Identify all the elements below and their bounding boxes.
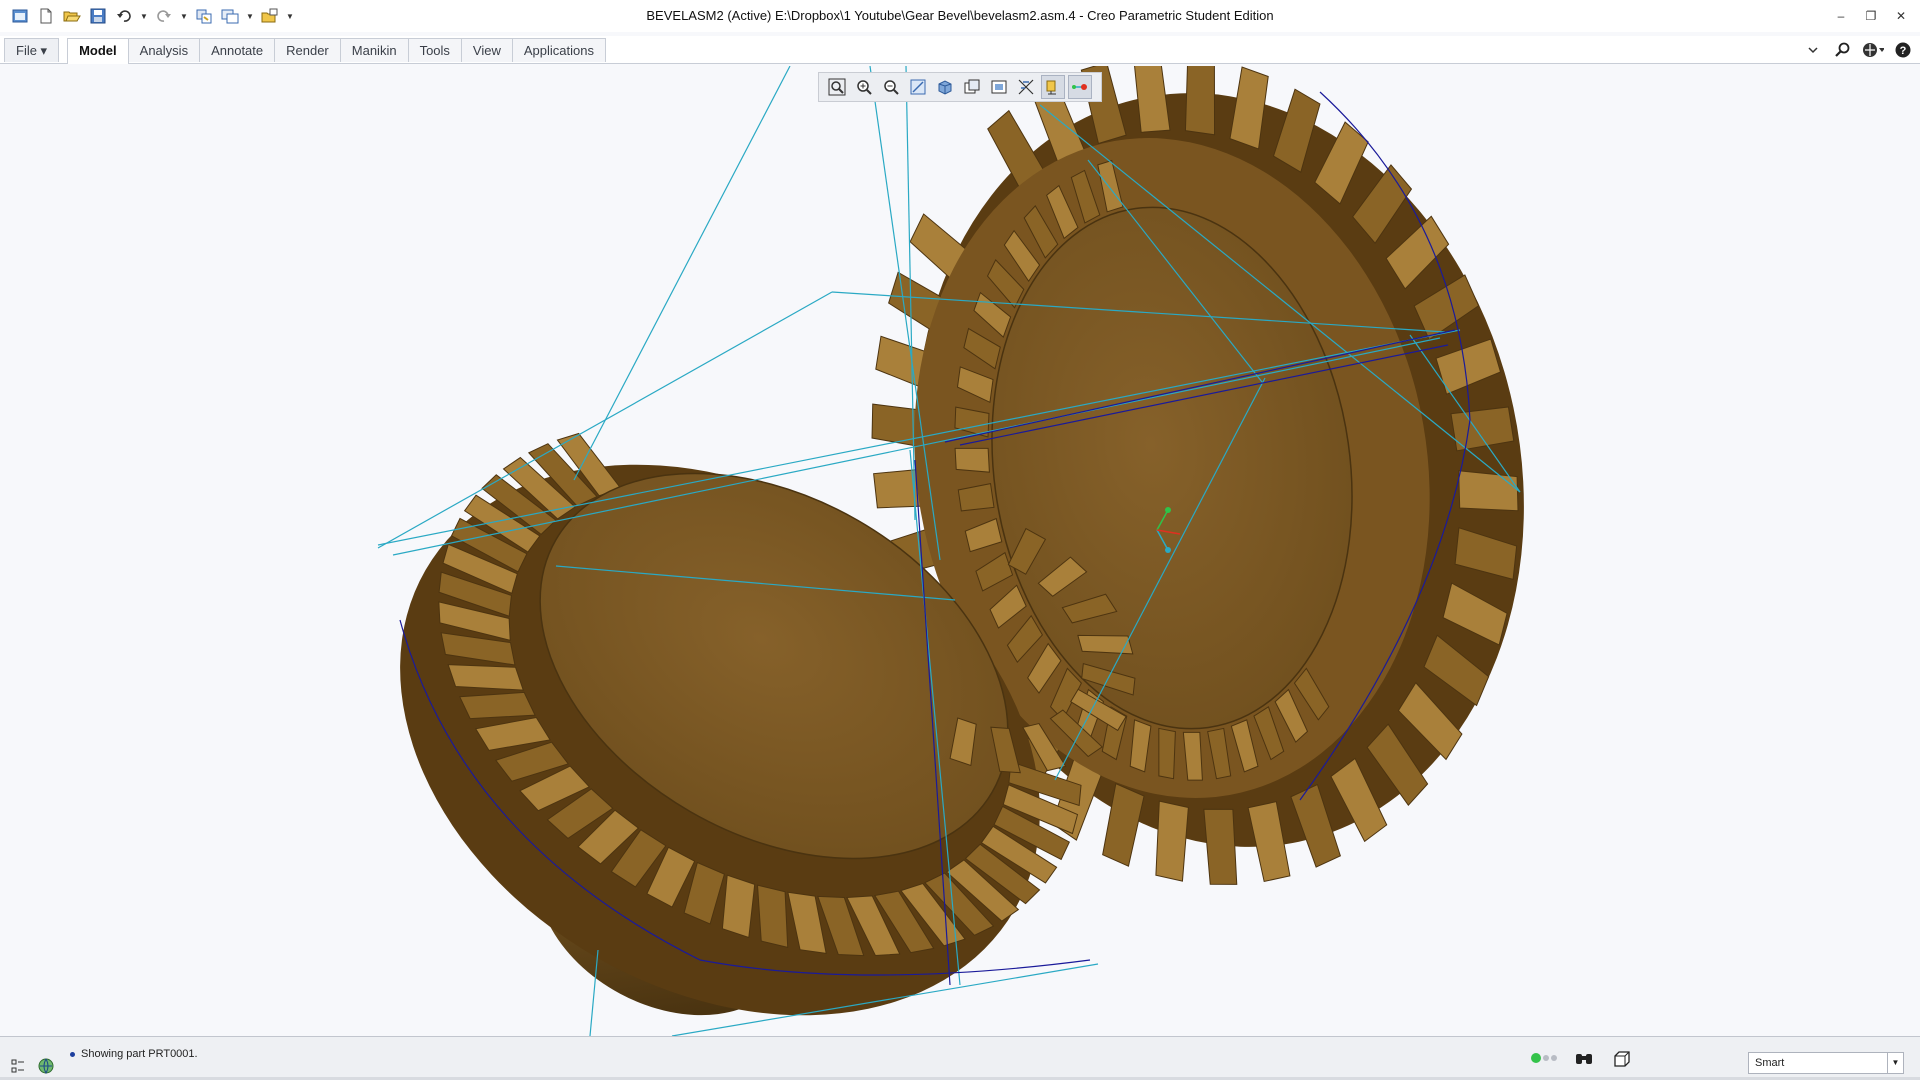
view-manager-icon[interactable] xyxy=(987,75,1011,99)
gear-tooth xyxy=(1077,634,1134,655)
regen-status-icon[interactable] xyxy=(1530,1052,1558,1067)
chevron-down-icon[interactable]: ▼ xyxy=(1887,1053,1903,1073)
tab-tools[interactable]: Tools xyxy=(407,38,462,62)
status-message: Showing part PRT0001. xyxy=(81,1048,198,1060)
browser-toggle-icon[interactable] xyxy=(34,1055,58,1077)
tab-view[interactable]: View xyxy=(460,38,513,62)
graphics-viewport[interactable] xyxy=(0,66,1920,1036)
ribbon-tab-row: File ▾ Model Analysis Annotate Render Ma… xyxy=(0,36,1920,64)
message-bullet-icon xyxy=(70,1051,75,1057)
status-right-tools xyxy=(1530,1048,1634,1070)
graphics-toolbar xyxy=(818,72,1102,102)
saved-orientations-icon[interactable] xyxy=(960,75,984,99)
gear-tooth xyxy=(721,874,756,939)
zoom-out-icon[interactable] xyxy=(879,75,903,99)
gear-tooth xyxy=(1155,800,1189,882)
selection-buffer-icon[interactable] xyxy=(1610,1048,1634,1070)
find-icon[interactable] xyxy=(1572,1048,1596,1070)
refit-icon[interactable] xyxy=(825,75,849,99)
tab-manikin[interactable]: Manikin xyxy=(339,38,409,62)
title-bar: ▼ ▼ ▼ ▼ BEVELASM2 (Active) E:\Dropbox\1 … xyxy=(0,0,1920,32)
message-area: Showing part PRT0001. xyxy=(70,1048,198,1060)
zoom-in-icon[interactable] xyxy=(852,75,876,99)
community-icon[interactable] xyxy=(1862,40,1884,60)
window-controls: – ❐ ✕ xyxy=(1830,6,1912,26)
tab-render[interactable]: Render xyxy=(274,38,341,62)
model-tree-toggle-icon[interactable] xyxy=(6,1055,30,1077)
gear-tooth xyxy=(954,447,990,473)
ribbon-tabs: File ▾ Model Analysis Annotate Render Ma… xyxy=(4,38,606,64)
help-icon[interactable]: ? xyxy=(1892,40,1914,60)
search-icon[interactable] xyxy=(1832,40,1854,60)
status-bar: Showing part PRT0001. Smart ▼ xyxy=(0,1036,1920,1080)
datum-display-icon[interactable] xyxy=(1041,75,1065,99)
tab-annotate[interactable]: Annotate xyxy=(199,38,276,62)
tab-applications[interactable]: Applications xyxy=(511,38,606,62)
gear-tooth xyxy=(1203,808,1238,885)
tab-model[interactable]: Model xyxy=(67,38,129,64)
gear-assembly-model[interactable] xyxy=(0,66,1920,1036)
close-button[interactable]: ✕ xyxy=(1890,6,1912,26)
minimize-ribbon-icon[interactable] xyxy=(1802,40,1824,60)
selection-filter-dropdown[interactable]: Smart ▼ xyxy=(1748,1052,1904,1074)
gear-tooth xyxy=(1184,66,1216,136)
file-menu-button[interactable]: File ▾ xyxy=(4,38,60,62)
spin-center-icon[interactable] xyxy=(1068,75,1092,99)
gear-tooth xyxy=(756,884,789,948)
restore-button[interactable]: ❐ xyxy=(1860,6,1882,26)
gear-tooth xyxy=(447,664,524,691)
window-title: BEVELASM2 (Active) E:\Dropbox\1 Youtube\… xyxy=(646,8,1274,23)
repaint-icon[interactable] xyxy=(906,75,930,99)
selection-filter-value: Smart xyxy=(1755,1057,1785,1069)
minimize-button[interactable]: – xyxy=(1830,6,1852,26)
perspective-icon[interactable] xyxy=(1014,75,1038,99)
status-left-tools xyxy=(6,1055,58,1077)
display-style-icon[interactable] xyxy=(933,75,957,99)
svg-text:?: ? xyxy=(1900,45,1907,57)
ribbon-right-tools: ? xyxy=(1802,40,1914,60)
gear-tooth xyxy=(1158,727,1176,780)
tab-analysis[interactable]: Analysis xyxy=(127,38,201,62)
gear-tooth xyxy=(458,691,536,720)
